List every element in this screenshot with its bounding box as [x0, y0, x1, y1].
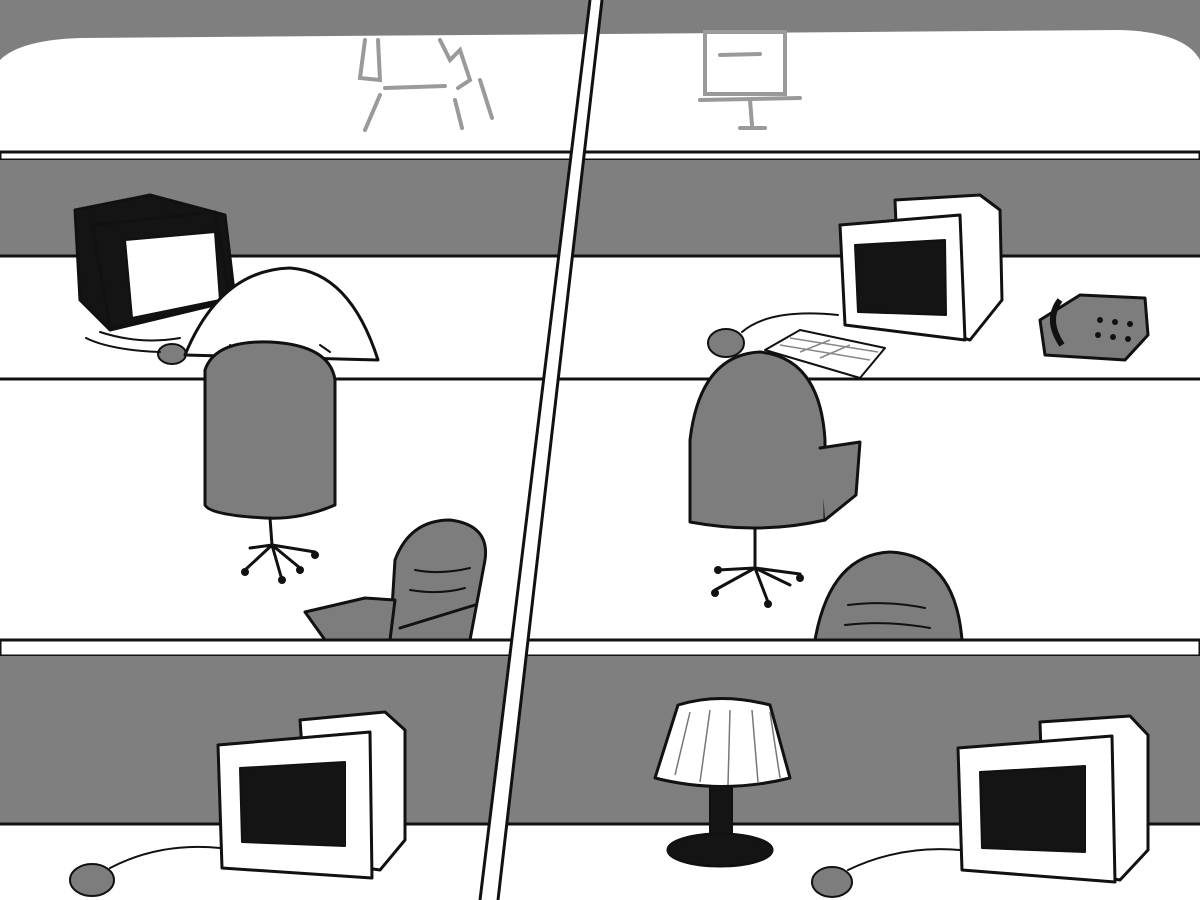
desk-phone [1038, 293, 1150, 362]
office-cubicles-scene [0, 0, 1200, 900]
floor-area [0, 381, 1200, 639]
